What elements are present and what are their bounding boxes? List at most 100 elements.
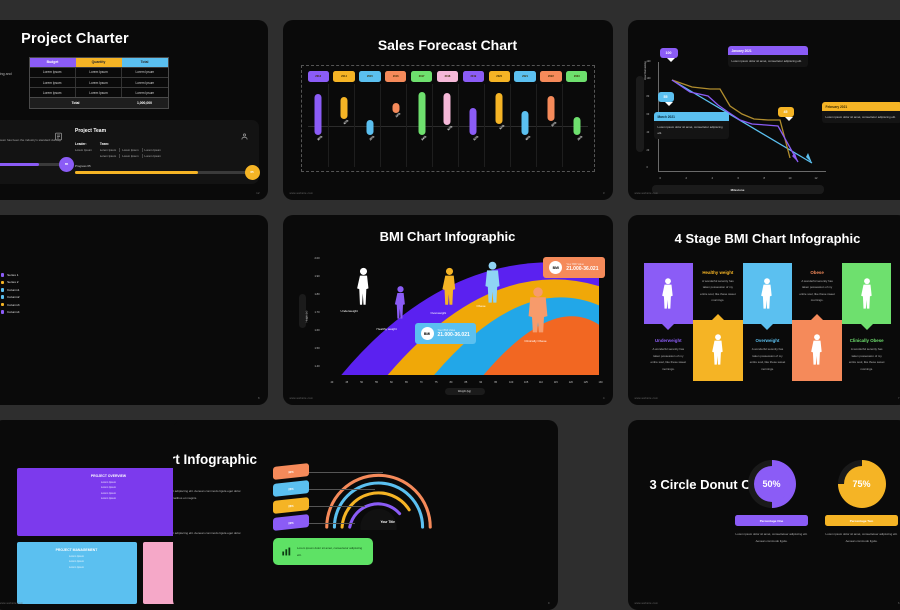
- legend-item: Series 2: [1, 280, 20, 284]
- pie-tag[interactable]: 25%: [273, 480, 309, 497]
- pie-cta-text: Lorem ipsum dolor sit amet, consectetur …: [297, 545, 364, 557]
- marker-bubble-100: 100: [660, 48, 678, 58]
- stage-cell[interactable]: OverweightA wonderful serenity has taken…: [743, 263, 793, 381]
- x-tick: 12: [815, 177, 818, 180]
- figure-label: Clinically Obese: [521, 339, 551, 343]
- pie-tag[interactable]: 30%: [273, 463, 309, 480]
- donut-item[interactable]: 75%Percentage TwoLorem ipsum dolor sit a…: [823, 460, 900, 544]
- figure-underweight: [355, 267, 372, 307]
- callout-title: January 2021: [728, 46, 808, 55]
- slide-project-charter[interactable]: Project Charter Add Title Here Lorem Ips…: [0, 20, 268, 200]
- pie-tag[interactable]: 20%: [273, 514, 309, 531]
- x-tick: 45: [345, 381, 348, 384]
- team-member: Lorem Ipsum: [122, 148, 142, 152]
- bar-value-label: 80%: [317, 135, 324, 142]
- page-number: 8: [258, 396, 260, 400]
- legend-label: Series 2: [7, 280, 18, 284]
- legend-item: Column3: [1, 303, 20, 307]
- team-member: Lorem Ipsum: [145, 148, 164, 152]
- x-tick: 2: [686, 177, 687, 180]
- bar: [444, 93, 451, 125]
- stage-label: Overweight: [749, 338, 787, 343]
- category-header-row: 2013201420152016201720182019202020212022…: [302, 66, 594, 82]
- panel-project-management: PROJECT MANAGEMENT Lorem Ipsum Lorem Ips…: [17, 542, 137, 604]
- x-tick: 130: [599, 381, 603, 384]
- bar: [574, 117, 581, 136]
- table-cell: Lorem Ipsum: [30, 88, 76, 97]
- leader-label: Leader:: [75, 142, 92, 146]
- x-tick: 115: [554, 381, 558, 384]
- watermark: www.website.com: [635, 602, 659, 605]
- legend-swatch: [1, 288, 5, 292]
- bar: [496, 93, 503, 124]
- figure-healthy: [393, 285, 408, 321]
- pie-arcs: [321, 458, 436, 530]
- team-progress-label: Progress 65: [75, 164, 251, 168]
- pie-cta-button[interactable]: Lorem ipsum dolor sit amet, consectetur …: [273, 538, 373, 565]
- stage-text: ObeseA wonderful serenity has taken poss…: [792, 268, 842, 306]
- x-tick: 100: [509, 381, 513, 384]
- x-tick: 90: [479, 381, 482, 384]
- figure-clinically-obese: [527, 287, 549, 335]
- chart-legend: Series 1Series 2Column1Column2Column3Col…: [1, 273, 20, 317]
- panel-line: Lorem Ipsum: [23, 497, 195, 500]
- category-header: 2014: [333, 71, 354, 82]
- x-tick: 110: [539, 381, 543, 384]
- stage-arrow: [712, 314, 724, 320]
- category-header: 2020: [489, 71, 510, 82]
- bmi-badge: BMI: [549, 261, 562, 274]
- table-footer-value: 1,000,000: [122, 98, 168, 107]
- bar-column: 50%: [541, 84, 562, 167]
- slide-4-stage-bmi[interactable]: 4 Stage BMI Chart Infographic Underweigh…: [628, 215, 900, 405]
- donut-percent: 75%: [852, 479, 870, 489]
- legend-swatch: [1, 295, 5, 299]
- slide-sales-forecast[interactable]: Sales Forecast Chart 2013201420152016201…: [283, 20, 613, 200]
- table-cell: Lorem Ipsum: [30, 78, 76, 87]
- stage-cell[interactable]: UnderweightA wonderful serenity has take…: [644, 263, 694, 381]
- bar-value-label: 62%: [446, 124, 453, 131]
- y-tick: 2.00: [315, 257, 320, 260]
- stage-body: A wonderful serenity has taken possessio…: [848, 346, 886, 372]
- team-members-row: Lorem Ipsum Lorem Ipsum Lorem Ipsum: [100, 148, 164, 152]
- callout-title: February 2021: [822, 102, 900, 111]
- slide-bar-legend-infographic[interactable]: Infographic Series 1Series 2Column1Colum…: [0, 215, 268, 405]
- donut-item[interactable]: 50%Percentage OneLorem ipsum dolor sit a…: [733, 460, 811, 544]
- bar-value-label: 43%: [343, 119, 350, 126]
- bar-chart-icon: [281, 546, 292, 557]
- table-row: Lorem Ipsum Lorem Ipsum Lorem Ipsum: [30, 87, 168, 97]
- x-tick: 75: [435, 381, 438, 384]
- bmi-card-orange: BMI Your BMI Value 21.000-36.021: [543, 257, 604, 278]
- slide-bmi-chart[interactable]: BMI Chart Infographic Height (m) 2.00 1.…: [283, 215, 613, 405]
- y-tick: 1.50: [315, 347, 320, 350]
- person-icon: [661, 277, 675, 311]
- y-tick: 60: [647, 113, 650, 116]
- legend-label: Column2: [7, 295, 19, 299]
- x-tick: 80: [450, 381, 453, 384]
- callout-march: March 2021 Lorem ipsum dolor sit amet, c…: [654, 112, 729, 139]
- slide-pie-chart-infographic[interactable]: Pie Chart Infographic Lorem ipsum dolor …: [173, 420, 558, 610]
- project-overview-block: Project Overview Lorem Ipsum is simply d…: [0, 128, 65, 174]
- bar: [314, 94, 321, 135]
- slide-3-circle-donut[interactable]: 3 Circle Donut Chart 50%Percentage OneLo…: [628, 420, 900, 610]
- page-number: 9: [548, 601, 550, 605]
- table-header-budget: Budget: [30, 58, 76, 67]
- legend-swatch: [1, 310, 5, 314]
- bar-column: 43%: [333, 84, 354, 167]
- legend-item: Column4: [1, 310, 20, 314]
- table-footer-label: Total: [30, 98, 122, 107]
- figure-label: Underweight: [341, 309, 358, 313]
- callout-body: Lorem ipsum dolor sit amet, consectetur …: [822, 111, 900, 123]
- table-cell: Lorem Ipsum: [122, 88, 167, 97]
- bar-value-label: 53%: [472, 135, 479, 142]
- bmi-card-blue: BMI Your BMI Value 21.000-36.021: [415, 323, 476, 344]
- stage-cell[interactable]: Healthy weightA wonderful serenity has t…: [693, 263, 743, 381]
- team-member: Lorem Ipsum: [100, 148, 120, 152]
- add-title-body: Lorem Ipsum is simply dummy text of the …: [0, 71, 22, 86]
- panel-heading: PROJECT MANAGEMENT: [23, 548, 131, 552]
- slide-burndown-chart[interactable]: Burndown Chart Hour Remaining 120 100 80…: [628, 20, 900, 200]
- team-label: Team:: [100, 142, 164, 146]
- pie-tag[interactable]: 25%: [273, 497, 309, 514]
- x-tick: 105: [524, 381, 528, 384]
- stage-cell[interactable]: Clinically ObeseA wonderful serenity has…: [842, 263, 892, 381]
- stage-cell[interactable]: ObeseA wonderful serenity has taken poss…: [792, 263, 842, 381]
